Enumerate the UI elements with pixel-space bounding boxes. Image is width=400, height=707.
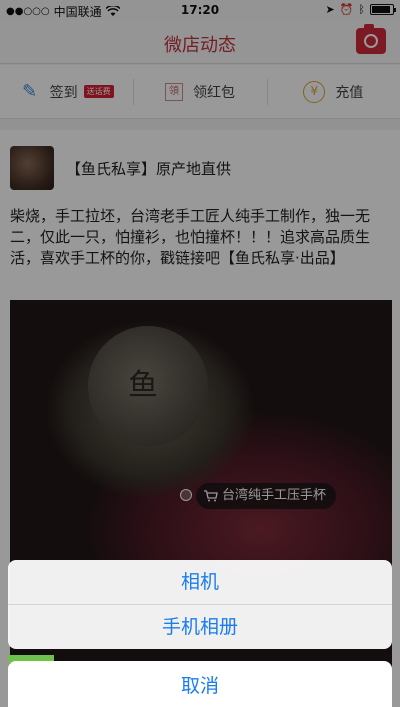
camera-option-button[interactable]: 相机 [8, 560, 392, 604]
action-sheet: 相机 手机相册 [8, 560, 392, 649]
cancel-button[interactable]: 取消 [8, 661, 392, 705]
cancel-group: 取消 [8, 661, 392, 707]
photo-album-option-button[interactable]: 手机相册 [8, 604, 392, 648]
